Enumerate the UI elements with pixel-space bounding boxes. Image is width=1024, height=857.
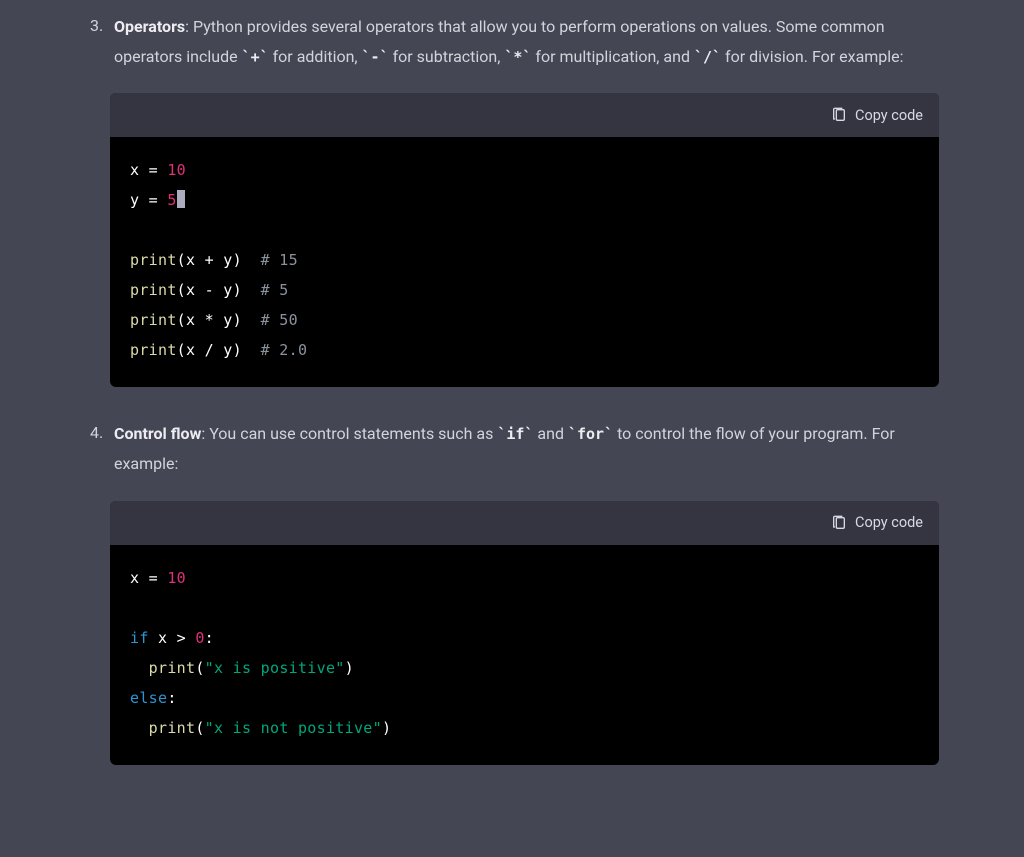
- code-token: x =: [130, 161, 167, 179]
- code-token-comment: # 2.0: [261, 341, 308, 359]
- code-token-string: "x is not positive": [205, 719, 382, 737]
- inline-code-for: `for`: [568, 425, 613, 443]
- clipboard-icon: [831, 107, 847, 123]
- text-segment: for subtraction,: [389, 47, 505, 66]
- code-body[interactable]: x = 10 y = 5 print(x + y) # 15 print(x -…: [110, 137, 939, 387]
- code-token: [130, 719, 149, 737]
- inline-code-star: `*`: [504, 48, 531, 66]
- inline-code-slash: `/`: [694, 48, 721, 66]
- code-body[interactable]: x = 10 if x > 0: print("x is positive") …: [110, 545, 939, 765]
- code-token-number: 0: [195, 629, 204, 647]
- code-token-number: 10: [167, 161, 186, 179]
- list-item-operators: 3. Operators: Python provides several op…: [90, 12, 939, 387]
- text-segment: for addition,: [269, 47, 362, 66]
- list-marker: 4.: [90, 419, 103, 447]
- clipboard-icon: [831, 515, 847, 531]
- code-token-comment: # 50: [261, 311, 298, 329]
- code-token: x >: [149, 629, 196, 647]
- code-token: (x / y): [177, 341, 261, 359]
- code-token: ): [382, 719, 391, 737]
- copy-label: Copy code: [855, 107, 923, 124]
- code-block-operators: Copy code x = 10 y = 5 print(x + y) # 15…: [110, 93, 939, 387]
- code-token: (: [195, 659, 204, 677]
- code-header: Copy code: [110, 501, 939, 545]
- code-token: :: [205, 629, 214, 647]
- code-token: x =: [130, 569, 167, 587]
- list-item-text: Operators: Python provides several opera…: [114, 12, 939, 71]
- copy-code-button[interactable]: Copy code: [831, 514, 923, 531]
- copy-code-button[interactable]: Copy code: [831, 107, 923, 124]
- code-token-number: 5: [167, 191, 176, 209]
- item-title: Control flow: [114, 424, 201, 443]
- code-token: y =: [130, 191, 167, 209]
- code-token-func: print: [149, 659, 196, 677]
- text-cursor: [177, 190, 185, 208]
- code-token: (x - y): [177, 281, 261, 299]
- code-token: (x * y): [177, 311, 261, 329]
- code-token-number: 10: [167, 569, 186, 587]
- text-segment: : You can use control statements such as: [201, 424, 497, 443]
- text-segment: for multiplication, and: [531, 47, 694, 66]
- code-token: ): [345, 659, 354, 677]
- text-segment: and: [533, 424, 568, 443]
- inline-code-if: `if`: [497, 425, 533, 443]
- code-header: Copy code: [110, 93, 939, 137]
- code-token: :: [167, 689, 176, 707]
- code-token-keyword: if: [130, 629, 149, 647]
- ordered-list: 3. Operators: Python provides several op…: [90, 12, 939, 765]
- code-token: (: [195, 719, 204, 737]
- list-item-text: Control flow: You can use control statem…: [114, 419, 939, 478]
- code-token: [130, 659, 149, 677]
- code-token-keyword: else: [130, 689, 167, 707]
- inline-code-plus: `+`: [242, 48, 269, 66]
- item-title: Operators: [114, 17, 185, 36]
- code-token-func: print: [149, 719, 196, 737]
- article-content: 3. Operators: Python provides several op…: [0, 12, 1024, 765]
- list-item-control-flow: 4. Control flow: You can use control sta…: [90, 419, 939, 764]
- code-token-func: print: [130, 281, 177, 299]
- code-token-string: "x is positive": [205, 659, 345, 677]
- copy-label: Copy code: [855, 514, 923, 531]
- code-block-control-flow: Copy code x = 10 if x > 0: print("x is p…: [110, 501, 939, 765]
- code-token: (x + y): [177, 251, 261, 269]
- code-token-comment: # 5: [261, 281, 289, 299]
- code-token-comment: # 15: [261, 251, 298, 269]
- list-marker: 3.: [90, 12, 103, 40]
- code-token-func: print: [130, 251, 177, 269]
- code-token-func: print: [130, 341, 177, 359]
- code-token-func: print: [130, 311, 177, 329]
- inline-code-minus: `-`: [362, 48, 389, 66]
- text-segment: for division. For example:: [721, 47, 903, 66]
